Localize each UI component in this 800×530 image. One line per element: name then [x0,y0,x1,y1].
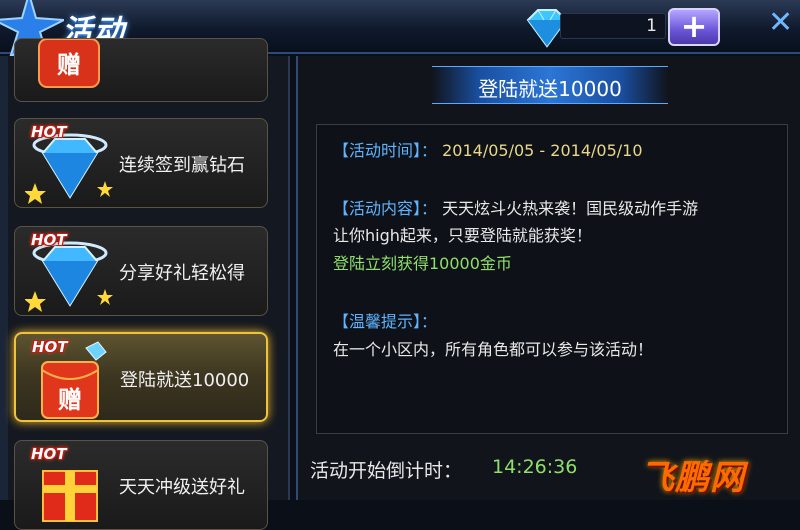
activity-title-banner: 登陆就送10000 [432,66,668,104]
activity-tip-label: 【温馨提示】： [333,312,438,331]
activity-item-4[interactable]: HOT 天天冲级送好礼 [14,440,268,530]
envelope-glyph: 赠 [57,51,81,79]
hot-badge: HOT [31,445,67,463]
activity-content-label: 【活动内容】： [333,199,438,218]
currency-display: 1 [560,13,666,39]
activity-reward-text: 登陆立刻获得10000金币 [333,254,512,273]
activity-time-row: 【活动时间】： 2014/05/05 - 2014/05/10 [333,137,643,161]
activity-item-0[interactable]: 赠 [14,38,268,102]
activity-title: 登陆就送10000 [478,77,622,101]
activity-content-text: 天天炫斗火热来袭！国民级动作手游 [442,199,699,218]
activity-time-value: 2014/05/05 - 2014/05/10 [442,141,643,160]
activity-item-label: 分享好礼轻松得 [119,263,245,284]
activity-item-1[interactable]: HOT 连续签到赢钻石 [14,118,268,208]
activity-content-text-2: 让你high起来，只要登陆就能获奖！ [333,226,592,245]
site-watermark-logo: 飞鹏网 [640,458,745,498]
activity-item-label: 天天冲级送好礼 [119,477,245,498]
countdown-value: 14:26:36 [492,456,578,478]
activity-content-row: 【活动内容】： 天天炫斗火热来袭！国民级动作手游 [333,195,698,219]
gift-box-icon: 赠 [38,39,100,88]
close-button[interactable]: ✕ [768,0,800,48]
hot-badge: HOT [31,231,67,249]
activity-tip-text: 在一个小区内，所有角色都可以参与该活动！ [333,340,654,359]
currency-amount: 1 [646,16,657,36]
envelope-glyph: 赠 [58,386,82,414]
activity-description-box[interactable]: 【活动时间】： 2014/05/05 - 2014/05/10 【活动内容】： … [316,124,788,434]
hot-badge: HOT [31,123,67,141]
activity-item-3[interactable]: 赠 HOT 登陆就送10000 [14,332,268,422]
add-currency-button[interactable]: + [668,8,720,46]
activity-item-label: 登陆就送10000 [120,370,250,391]
activity-item-label: 连续签到赢钻石 [119,155,245,176]
activity-time-label: 【活动时间】： [333,141,438,160]
countdown-label: 活动开始倒计时： [310,460,463,482]
activity-item-2[interactable]: HOT 分享好礼轻松得 [14,226,268,316]
list-scroll-edge [0,56,8,500]
hot-badge: HOT [32,338,68,356]
